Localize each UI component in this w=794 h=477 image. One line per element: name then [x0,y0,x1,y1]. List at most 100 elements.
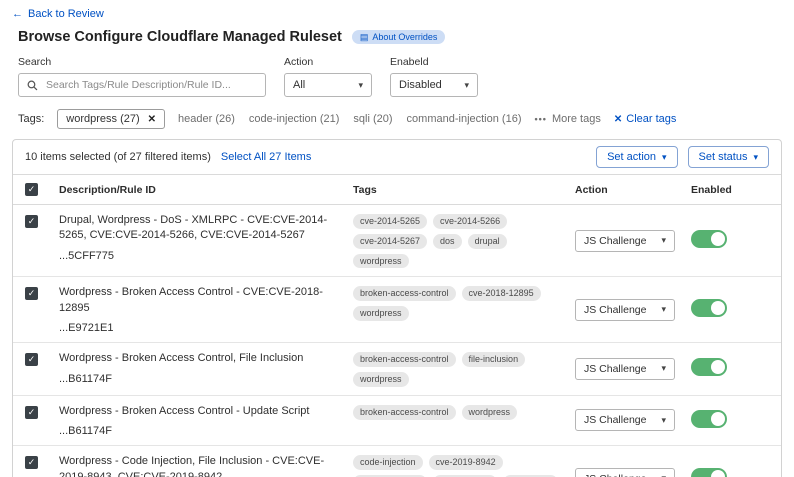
rule-tags: broken-access-control wordpress [353,404,575,420]
chevron-down-icon: ▾ [662,152,667,163]
tag-chip: drupal [468,234,507,249]
chevron-down-icon: ▾ [464,80,469,91]
tag-chip: cve-2019-8942 [429,455,503,470]
chevron-down-icon: ▾ [661,235,666,246]
remove-tag-icon[interactable]: ✕ [148,114,156,125]
rule-enabled-toggle[interactable] [691,410,727,428]
enabled-filter: Enabeld Disabled ▾ [390,56,478,97]
tag-chip: cve-2014-5265 [353,214,427,229]
tag-chip: broken-access-control [353,352,456,367]
tag-filter-item[interactable]: header (26) [178,113,235,125]
row-checkbox[interactable]: ✓ [25,456,38,469]
rule-tags: broken-access-control cve-2018-12895 wordp… [353,285,575,321]
rule-id: ...B61174F [59,373,335,385]
set-status-label: Set status [699,151,748,163]
column-action: Action [575,184,691,196]
action-filter-value: All [293,79,305,91]
table-row: ✓ Wordpress - Code Injection, File Inclu… [13,446,781,477]
rule-enabled-toggle[interactable] [691,299,727,317]
search-icon [27,80,38,91]
row-checkbox[interactable]: ✓ [25,287,38,300]
rule-enabled-toggle[interactable] [691,468,727,477]
rule-action-value: JS Challenge [584,414,646,426]
toggle-knob [711,412,725,426]
tags-bar: Tags: wordpress (27) ✕ header (26) code-i… [18,109,782,129]
rule-action-value: JS Challenge [584,363,646,375]
rule-action-value: JS Challenge [584,304,646,316]
tag-filter-item[interactable]: sqli (20) [353,113,392,125]
tags-label: Tags: [18,113,44,125]
tag-chip: wordpress [353,372,409,387]
row-checkbox[interactable]: ✓ [25,215,38,228]
search-input[interactable] [44,78,257,92]
row-checkbox[interactable]: ✓ [25,353,38,366]
clear-tags-label: Clear tags [626,113,676,125]
rule-id: ...5CFF775 [59,250,335,262]
search-box[interactable] [18,73,266,97]
rule-enabled-toggle[interactable] [691,230,727,248]
back-link-label: Back to Review [28,8,104,20]
rule-tags: broken-access-control file-inclusion wordp… [353,351,575,387]
action-filter: Action All ▾ [284,56,372,97]
toggle-knob [711,360,725,374]
table-header-row: ✓ Description/Rule ID Tags Action Enable… [13,175,781,205]
rule-enabled-toggle[interactable] [691,358,727,376]
action-filter-select[interactable]: All ▾ [284,73,372,97]
tag-filter-item[interactable]: command-injection (16) [407,113,522,125]
toggle-knob [711,470,725,477]
about-overrides-badge[interactable]: ▤ About Overrides [352,30,446,44]
toggle-knob [711,232,725,246]
tag-chip: cve-2018-12895 [462,286,541,301]
page: ← Back to Review Browse Configure Cloudf… [0,0,794,477]
table-row: ✓ Wordpress - Broken Access Control - CV… [13,277,781,343]
title-row: Browse Configure Cloudflare Managed Rule… [18,29,782,45]
rules-table: 10 items selected (of 27 filtered items)… [12,139,782,477]
back-to-review-link[interactable]: ← Back to Review [12,8,104,20]
set-action-button[interactable]: Set action ▾ [596,146,677,168]
clear-tags-button[interactable]: ✕ Clear tags [614,113,677,125]
rule-id: ...E9721E1 [59,322,335,334]
selected-tag-label: wordpress (27) [66,113,139,125]
rule-tags: code-injectioncve-2019-8942cve-2019-8943… [353,454,575,477]
rule-description: Wordpress - Broken Access Control, File … [59,351,335,366]
tag-chip: cve-2014-5267 [353,234,427,249]
rule-action-select[interactable]: JS Challenge ▾ [575,358,675,380]
search-label: Search [18,56,266,68]
tag-chip: code-injection [353,455,423,470]
selection-summary: 10 items selected (of 27 filtered items) [25,151,211,163]
rule-action-select[interactable]: JS Challenge ▾ [575,230,675,252]
filter-bar: Search Action All ▾ Enabeld Disabled ▾ [18,56,782,97]
more-tags-button[interactable]: ••• More tags [534,113,600,125]
rule-action-select[interactable]: JS Challenge ▾ [575,468,675,477]
selection-bar: 10 items selected (of 27 filtered items)… [13,140,781,175]
select-all-checkbox[interactable]: ✓ [25,183,38,196]
tag-filter-item[interactable]: code-injection (21) [249,113,340,125]
column-description: Description/Rule ID [59,184,353,196]
enabled-filter-select[interactable]: Disabled ▾ [390,73,478,97]
tag-chip: broken-access-control [353,405,456,420]
chevron-down-icon: ▾ [753,152,758,163]
tag-chip: wordpress [462,405,518,420]
enabled-filter-value: Disabled [399,79,442,91]
column-enabled: Enabled [691,184,769,196]
chevron-down-icon: ▾ [661,363,666,374]
rule-action-select[interactable]: JS Challenge ▾ [575,299,675,321]
tag-chip: wordpress [353,306,409,321]
tag-chip: broken-access-control [353,286,456,301]
rule-description: Wordpress - Broken Access Control - CVE:… [59,285,335,316]
table-body: ✓ Drupal, Wordpress - DoS - XMLRPC - CVE… [13,205,781,477]
row-checkbox[interactable]: ✓ [25,406,38,419]
back-arrow-icon: ← [12,8,23,20]
rule-action-select[interactable]: JS Challenge ▾ [575,409,675,431]
rule-action-value: JS Challenge [584,473,646,477]
badge-label: About Overrides [372,32,437,42]
select-all-link[interactable]: Select All 27 Items [221,151,312,163]
selected-tag-chip[interactable]: wordpress (27) ✕ [57,109,165,129]
tag-chip: file-inclusion [462,352,526,367]
rule-description: Wordpress - Code Injection, File Inclusi… [59,454,335,477]
tag-filter-list: header (26) code-injection (21) sqli (20) c… [178,113,521,125]
table-row: ✓ Drupal, Wordpress - DoS - XMLRPC - CVE… [13,205,781,277]
action-filter-label: Action [284,56,372,68]
tag-chip: dos [433,234,462,249]
set-status-button[interactable]: Set status ▾ [688,146,769,168]
